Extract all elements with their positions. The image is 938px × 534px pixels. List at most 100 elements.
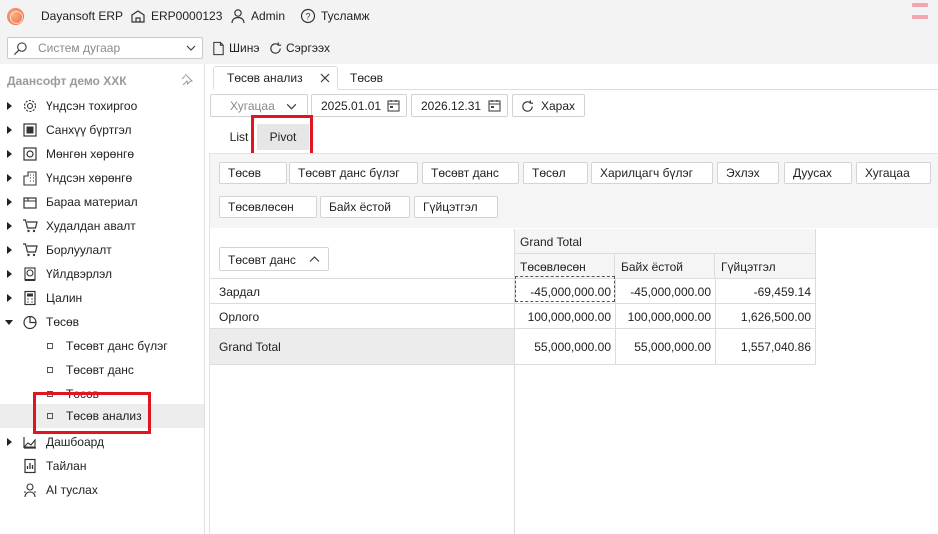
field-project[interactable]: Төсөл: [523, 162, 588, 184]
field-budget[interactable]: Төсөв: [219, 162, 287, 184]
table-cell[interactable]: -69,459.14: [711, 285, 811, 299]
table-cell[interactable]: 100,000,000.00: [511, 310, 611, 324]
expand-icon[interactable]: [7, 174, 12, 182]
field-label: Төсөвт данс бүлэг: [298, 166, 400, 180]
user-name: Admin: [251, 9, 286, 23]
highlight-box-sidebar: [33, 392, 151, 434]
field-data-actual[interactable]: Гүйцэтгэл: [414, 196, 498, 218]
sidebar-item-report[interactable]: Тайлан: [0, 454, 204, 478]
help-button[interactable]: ? Тусламж: [300, 6, 369, 26]
sidebar-item-budget[interactable]: Төсөв: [0, 310, 204, 334]
sidebar-item-settings[interactable]: Үндсэн тохиргоо: [0, 94, 204, 118]
sidebar-item-purchase[interactable]: Худалдан авалт: [0, 214, 204, 238]
date-to-field[interactable]: 2026.12.31: [411, 94, 508, 117]
close-icon[interactable]: [320, 73, 330, 83]
divider: [815, 278, 816, 364]
expand-icon[interactable]: [7, 438, 12, 446]
table-cell[interactable]: 100,000,000.00: [611, 310, 711, 324]
view-button[interactable]: Харах: [512, 94, 585, 117]
expand-icon[interactable]: [7, 198, 12, 206]
sidebar-subitem-budget-account-group[interactable]: Төсөвт данс бүлэг: [0, 334, 204, 358]
sidebar-item-label: Цалин: [46, 291, 83, 305]
pie-chart-icon: [23, 315, 37, 330]
window-controls[interactable]: [908, 0, 938, 32]
sidebar-subitem-budget-account[interactable]: Төсөвт данс: [0, 358, 204, 382]
sidebar-item-finance[interactable]: Санхүү бүртгэл: [0, 118, 204, 142]
field-customer-group[interactable]: Харилцагч бүлэг: [591, 162, 713, 184]
row-field-budget-account[interactable]: Төсөвт данс: [219, 247, 329, 271]
sidebar-item-label: Худалдан авалт: [46, 219, 136, 233]
sort-ascending-icon[interactable]: [309, 254, 320, 265]
expand-icon[interactable]: [7, 102, 12, 110]
table-cell[interactable]: 55,000,000.00: [511, 340, 611, 354]
collapse-icon[interactable]: [5, 320, 13, 325]
measure-header-expected[interactable]: Байх ёстой: [615, 254, 715, 278]
help-label: Тусламж: [321, 9, 370, 23]
field-label: Төсөвт данс: [431, 166, 499, 180]
pin-icon[interactable]: [181, 73, 193, 85]
bullet-icon: [47, 343, 53, 349]
divider: [715, 278, 716, 364]
measure-header-actual[interactable]: Гүйцэтгэл: [715, 254, 816, 278]
title-bar: Dayansoft ERP ERP0000123 Admin ? Тусламж: [0, 0, 938, 32]
sidebar-item-label: Дашбоард: [46, 435, 105, 449]
sidebar-item-label: Санхүү бүртгэл: [46, 123, 132, 137]
date-from-field[interactable]: 2025.01.01: [311, 94, 407, 117]
calculator-icon: [24, 290, 36, 306]
search-input[interactable]: [38, 40, 178, 56]
measure-header-budgeted[interactable]: Төсөвлөсөн: [514, 254, 615, 278]
chevron-down-icon[interactable]: [185, 42, 197, 54]
field-data-expected[interactable]: Байх ёстой: [320, 196, 410, 218]
divider: [210, 278, 816, 279]
expand-icon[interactable]: [7, 294, 12, 302]
period-select[interactable]: Хугацаа: [210, 94, 308, 117]
company-code-item[interactable]: ERP0000123: [130, 6, 222, 26]
tab-budget[interactable]: Төсөв: [350, 66, 383, 90]
building-icon: [131, 10, 145, 23]
expand-icon[interactable]: [7, 150, 12, 158]
expand-icon[interactable]: [7, 246, 12, 254]
sidebar-item-ai-assistant[interactable]: AI туслах: [0, 478, 204, 502]
column-grand-total-header: Grand Total: [514, 229, 816, 254]
refresh-button[interactable]: Сэргээх: [268, 38, 330, 58]
field-end[interactable]: Дуусах: [784, 162, 852, 184]
new-document-icon: [213, 41, 224, 55]
app-logo: [7, 8, 24, 25]
field-period[interactable]: Хугацаа: [856, 162, 931, 184]
sidebar-item-cash[interactable]: Мөнгөн хөрөнгө: [0, 142, 204, 166]
ledger-icon: [23, 123, 37, 137]
expand-icon[interactable]: [7, 222, 12, 230]
new-button[interactable]: Шинэ: [211, 38, 259, 58]
field-label: Эхлэх: [726, 166, 760, 180]
sidebar-item-production[interactable]: Үйлдвэрлэл: [0, 262, 204, 286]
new-label: Шинэ: [229, 41, 260, 55]
sidebar-item-fixed-assets[interactable]: Үндсэн хөрөнгө: [0, 166, 204, 190]
sidebar-item-inventory[interactable]: Бараа материал: [0, 190, 204, 214]
field-label: Төсөл: [532, 166, 566, 180]
robot-icon: [24, 483, 36, 498]
table-cell[interactable]: 1,626,500.00: [711, 310, 811, 324]
expand-icon[interactable]: [7, 126, 12, 134]
field-budget-account[interactable]: Төсөвт данс: [422, 162, 519, 184]
calendar-icon[interactable]: [488, 99, 501, 112]
expand-icon[interactable]: [7, 270, 12, 278]
field-budget-account-group[interactable]: Төсөвт данс бүлэг: [289, 162, 418, 184]
bullet-icon: [47, 367, 53, 373]
company-code: ERP0000123: [151, 9, 223, 23]
table-cell[interactable]: -45,000,000.00: [611, 285, 711, 299]
field-data-budgeted[interactable]: Төсөвлөсөн: [219, 196, 317, 218]
calendar-icon[interactable]: [387, 99, 400, 112]
field-label: Төсөв: [228, 166, 262, 180]
field-label: Дуусах: [793, 166, 832, 180]
sidebar-item-sales[interactable]: Борлуулалт: [0, 238, 204, 262]
user-menu[interactable]: Admin: [230, 6, 285, 26]
view-button-label: Харах: [541, 99, 576, 113]
sidebar-item-payroll[interactable]: Цалин: [0, 286, 204, 310]
table-cell[interactable]: 55,000,000.00: [611, 340, 711, 354]
table-cell[interactable]: 1,557,040.86: [711, 340, 811, 354]
sidebar-item-label: Бараа материал: [46, 195, 138, 209]
tab-budget-analysis[interactable]: Төсөв анализ: [213, 66, 338, 90]
field-start[interactable]: Эхлэх: [717, 162, 779, 184]
system-number-search[interactable]: [7, 37, 203, 59]
divider: [210, 303, 816, 304]
